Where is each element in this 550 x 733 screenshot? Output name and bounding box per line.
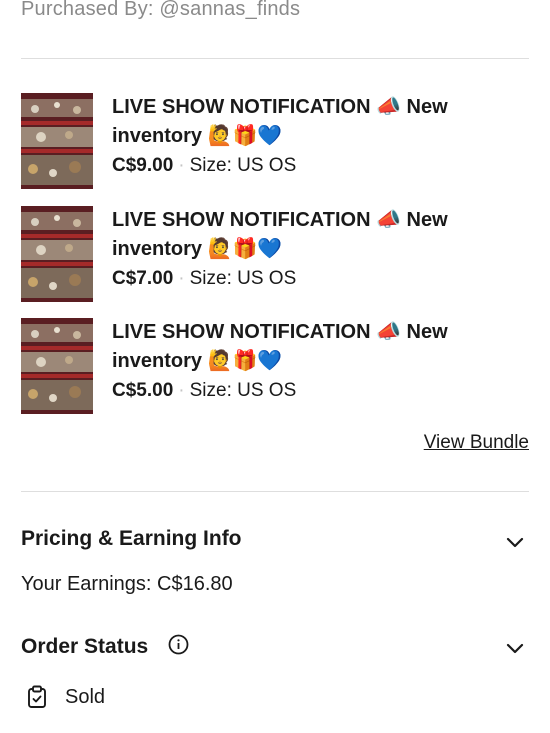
- item-title[interactable]: LIVE SHOW NOTIFICATION 📣 New inventory 🙋…: [112, 93, 512, 151]
- info-icon[interactable]: [168, 634, 189, 661]
- item-size: Size: US OS: [189, 380, 297, 401]
- item-meta: C$5.00 · Size: US OS: [112, 380, 296, 402]
- separator-dot: ·: [178, 268, 185, 289]
- item-price: C$5.00: [112, 380, 174, 401]
- view-bundle-link[interactable]: View Bundle: [424, 432, 529, 454]
- separator-dot: ·: [178, 380, 185, 401]
- list-item[interactable]: LIVE SHOW NOTIFICATION 📣 New inventory 🙋…: [21, 318, 531, 414]
- item-thumbnail[interactable]: [21, 318, 93, 414]
- item-meta: C$9.00 · Size: US OS: [112, 155, 296, 177]
- divider: [21, 58, 529, 59]
- item-thumbnail[interactable]: [21, 206, 93, 302]
- item-title[interactable]: LIVE SHOW NOTIFICATION 📣 New inventory 🙋…: [112, 318, 512, 376]
- list-item[interactable]: LIVE SHOW NOTIFICATION 📣 New inventory 🙋…: [21, 206, 531, 302]
- chevron-down-icon[interactable]: [504, 531, 526, 553]
- pricing-section-title[interactable]: Pricing & Earning Info: [21, 527, 242, 551]
- item-size: Size: US OS: [189, 268, 297, 289]
- item-price: C$9.00: [112, 155, 174, 176]
- your-earnings-text: Your Earnings: C$16.80: [21, 573, 233, 595]
- separator-dot: ·: [178, 155, 185, 176]
- divider: [21, 491, 529, 492]
- order-status-title: Order Status: [21, 635, 149, 659]
- item-thumbnail[interactable]: [21, 93, 93, 189]
- list-item[interactable]: LIVE SHOW NOTIFICATION 📣 New inventory 🙋…: [21, 93, 531, 189]
- order-status-row: Sold: [27, 685, 105, 709]
- item-size: Size: US OS: [189, 155, 297, 176]
- chevron-down-icon[interactable]: [504, 637, 526, 659]
- purchased-by-label: Purchased By: @sannas_finds: [21, 0, 301, 20]
- clipboard-check-icon: [28, 685, 46, 708]
- item-meta: C$7.00 · Size: US OS: [112, 268, 296, 290]
- order-status-title-row[interactable]: Order Status: [21, 634, 189, 661]
- order-status-value: Sold: [65, 685, 106, 708]
- item-title[interactable]: LIVE SHOW NOTIFICATION 📣 New inventory 🙋…: [112, 206, 512, 264]
- item-price: C$7.00: [112, 268, 174, 289]
